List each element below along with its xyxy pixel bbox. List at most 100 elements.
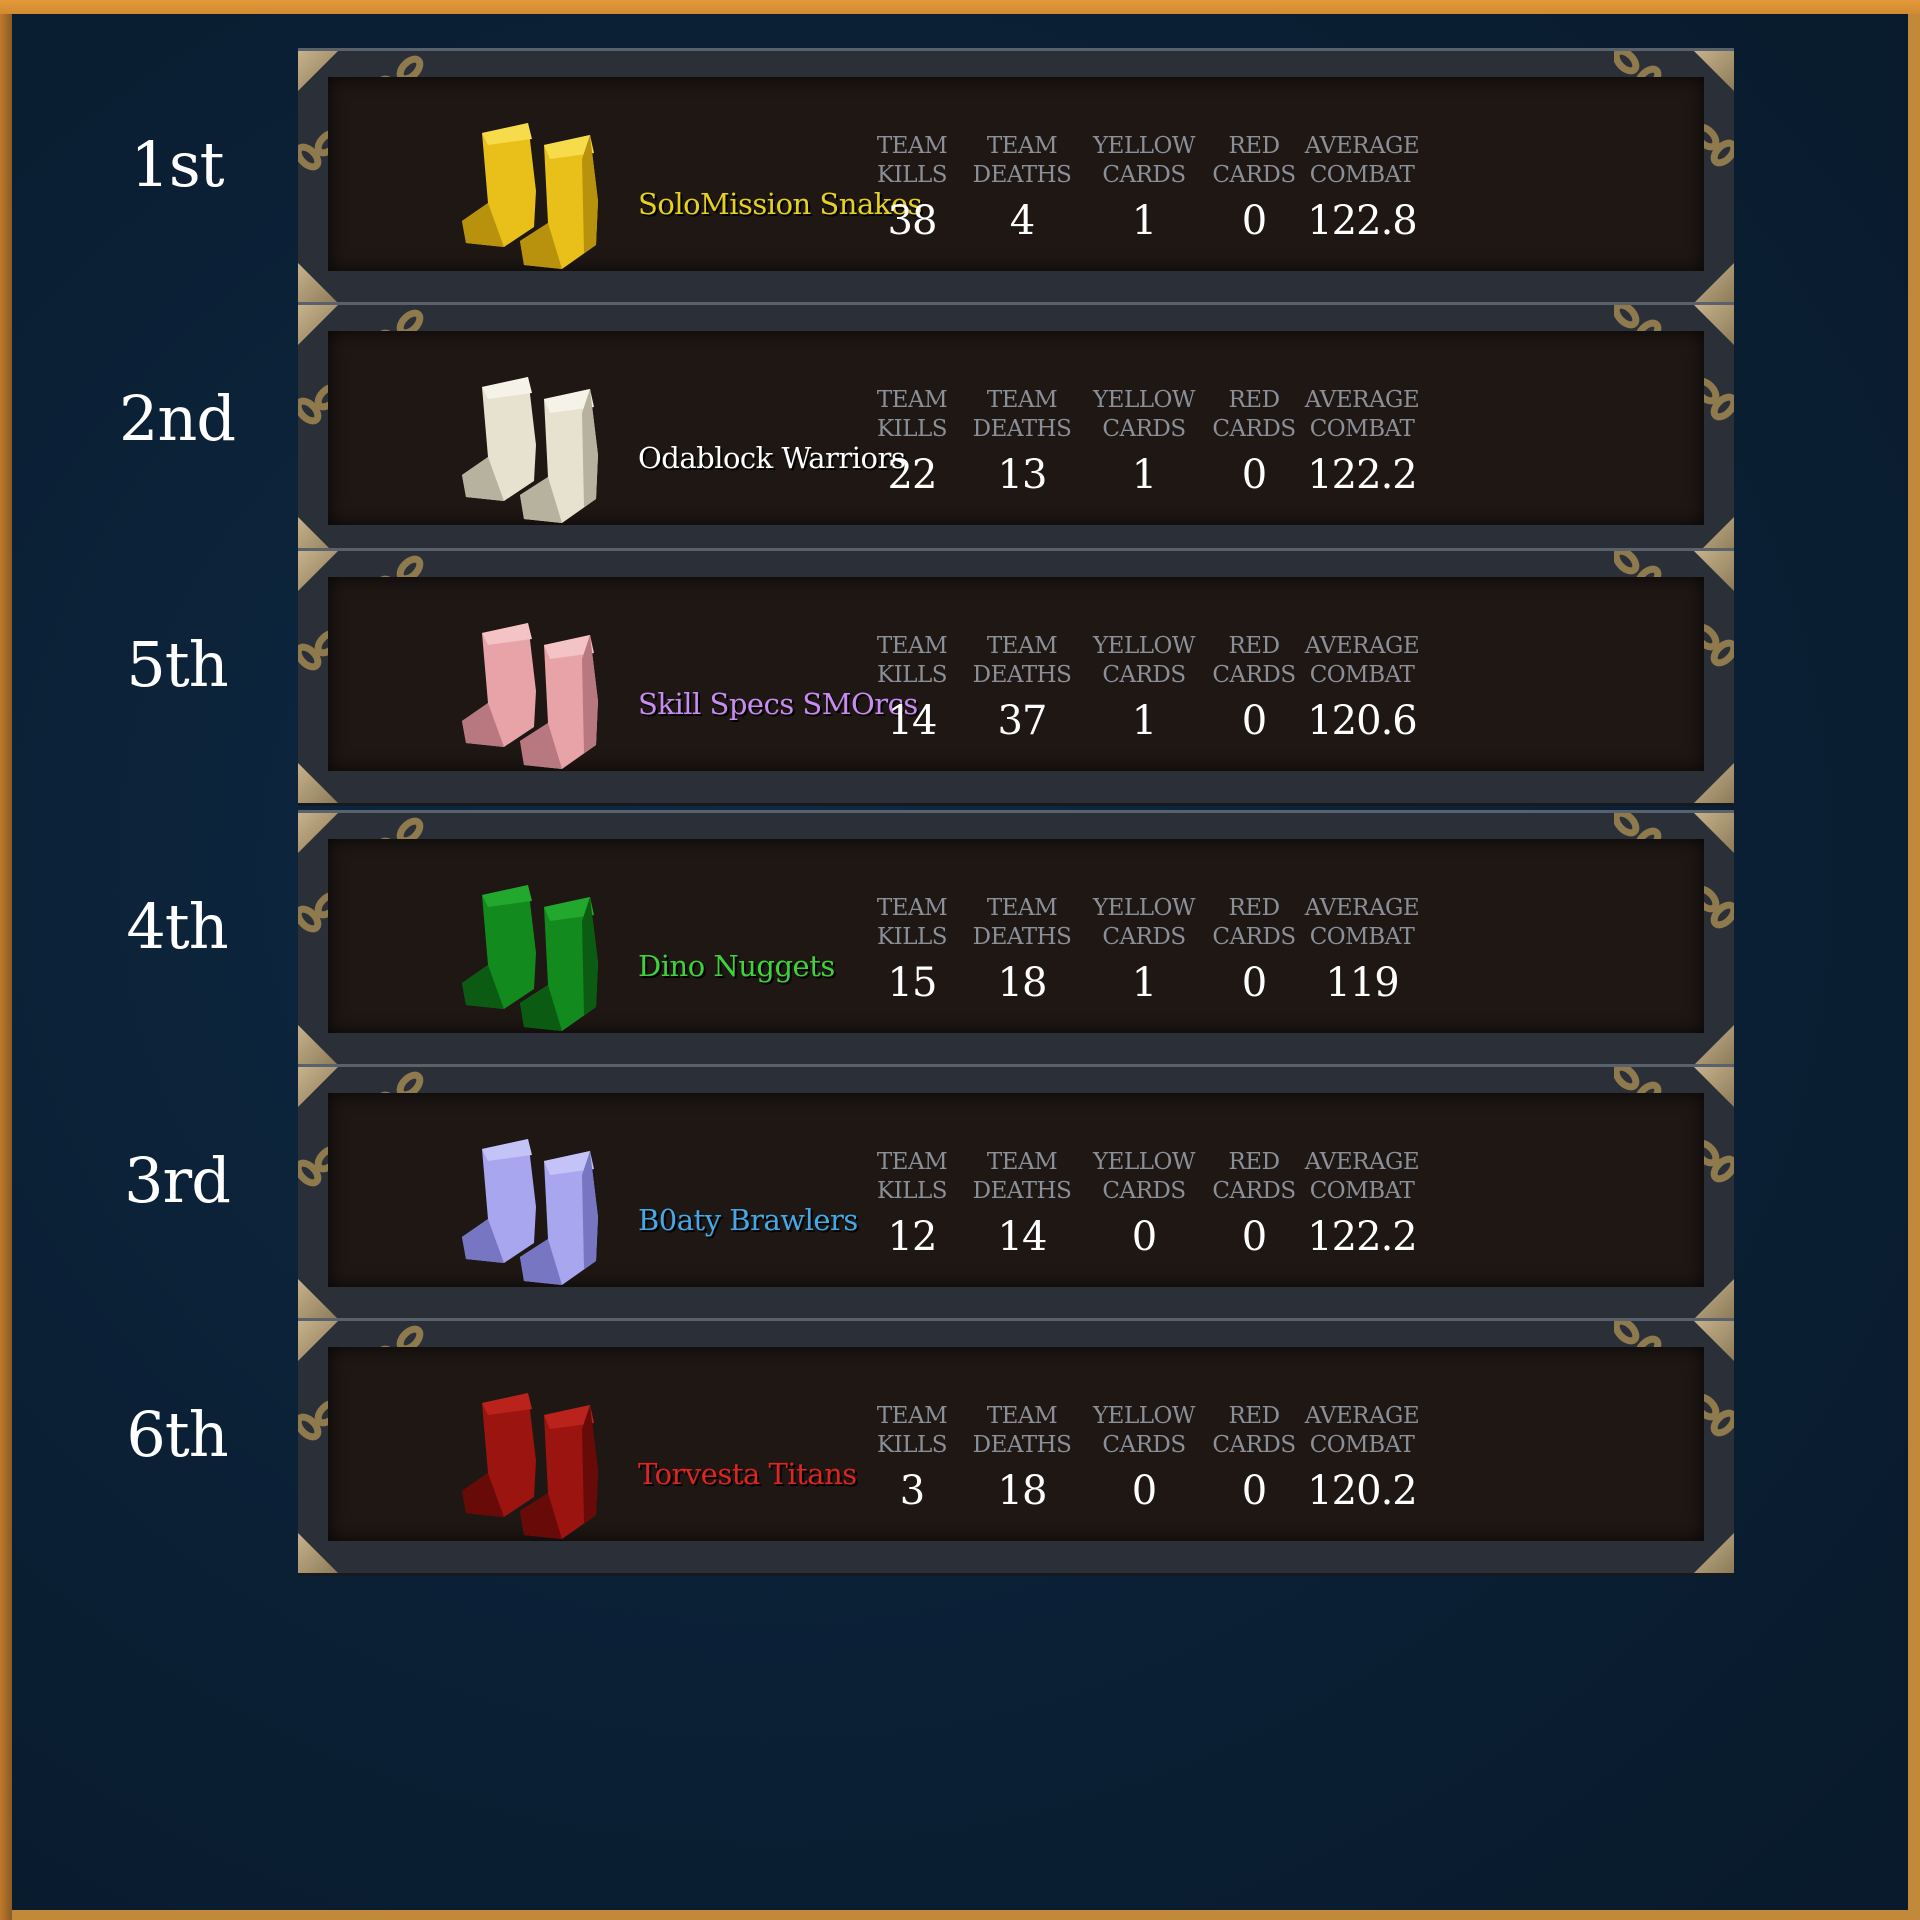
stat-label: TEAM KILLS [876, 633, 948, 688]
stat-label: YELLOW CARDS [1092, 1403, 1196, 1458]
stat-red-cards: RED CARDS 0 [1194, 894, 1314, 1006]
stat-yellow-cards: YELLOW CARDS 0 [1084, 1148, 1204, 1260]
team-name: Torvesta Titans [638, 1457, 857, 1491]
stat-label: AVERAGE COMBAT [1304, 387, 1420, 442]
green-boots-icon [462, 885, 598, 1031]
standings-board: 1st SoloMission Snakes TEAM KILLS 38 TEA… [12, 14, 1908, 1910]
team-name: Dino Nuggets [638, 949, 835, 983]
rank-label: 4th [126, 890, 228, 963]
stat-average-combat: AVERAGE COMBAT 122.2 [1302, 1148, 1422, 1260]
stat-value: 0 [1241, 1468, 1267, 1514]
stat-team-kills: TEAM KILLS 3 [852, 1402, 972, 1514]
stat-label: YELLOW CARDS [1092, 633, 1196, 688]
stat-team-deaths: TEAM DEATHS 18 [962, 1402, 1082, 1514]
stat-label: RED CARDS [1212, 895, 1296, 950]
stat-label: TEAM DEATHS [972, 387, 1072, 442]
rank-label: 3rd [124, 1144, 231, 1217]
stat-red-cards: RED CARDS 0 [1194, 132, 1314, 244]
stat-average-combat: AVERAGE COMBAT 120.2 [1302, 1402, 1422, 1514]
stat-value: 12 [887, 1214, 938, 1260]
stat-value: 0 [1241, 698, 1267, 744]
stat-label: YELLOW CARDS [1092, 387, 1196, 442]
panel-body: Torvesta Titans TEAM KILLS 3 TEAM DEATHS… [328, 1347, 1704, 1541]
stat-value: 38 [887, 198, 938, 244]
stat-value: 4 [1009, 198, 1035, 244]
stat-label: RED CARDS [1212, 133, 1296, 188]
lavender-boots-icon [462, 1139, 598, 1285]
team-panel: Odablock Warriors TEAM KILLS 22 TEAM DEA… [298, 302, 1734, 560]
stat-team-deaths: TEAM DEATHS 4 [962, 132, 1082, 244]
stat-team-kills: TEAM KILLS 14 [852, 632, 972, 744]
stat-team-deaths: TEAM DEATHS 37 [962, 632, 1082, 744]
stat-value: 119 [1325, 960, 1399, 1006]
stat-label: RED CARDS [1212, 387, 1296, 442]
team-name: B0aty Brawlers [638, 1203, 858, 1237]
stat-value: 0 [1241, 198, 1267, 244]
stat-team-deaths: TEAM DEATHS 13 [962, 386, 1082, 498]
stat-yellow-cards: YELLOW CARDS 1 [1084, 632, 1204, 744]
team-panel: Torvesta Titans TEAM KILLS 3 TEAM DEATHS… [298, 1318, 1734, 1576]
stat-label: AVERAGE COMBAT [1304, 1149, 1420, 1204]
stat-value: 18 [997, 960, 1048, 1006]
stat-value: 122.8 [1307, 198, 1418, 244]
stat-value: 122.2 [1307, 452, 1418, 498]
stat-value: 1 [1131, 452, 1157, 498]
stat-value: 37 [997, 698, 1048, 744]
team-row-2: 2nd Odablock Warriors TEAM KILLS 22 TEAM… [12, 302, 1908, 560]
stat-label: AVERAGE COMBAT [1304, 895, 1420, 950]
stat-value: 3 [899, 1468, 925, 1514]
stat-label: TEAM KILLS [876, 387, 948, 442]
stat-label: TEAM KILLS [876, 1149, 948, 1204]
rank-label: 6th [126, 1398, 228, 1471]
stat-label: TEAM DEATHS [972, 633, 1072, 688]
stat-average-combat: AVERAGE COMBAT 122.8 [1302, 132, 1422, 244]
stat-average-combat: AVERAGE COMBAT 119 [1302, 894, 1422, 1006]
stat-value: 14 [887, 698, 938, 744]
pink-boots-icon [462, 623, 598, 769]
panel-body: B0aty Brawlers TEAM KILLS 12 TEAM DEATHS… [328, 1093, 1704, 1287]
white-boots-icon [462, 377, 598, 523]
stat-label: TEAM DEATHS [972, 1403, 1072, 1458]
red-boots-icon [462, 1393, 598, 1539]
stat-value: 0 [1131, 1214, 1157, 1260]
stat-team-kills: TEAM KILLS 12 [852, 1148, 972, 1260]
rank-label: 1st [130, 128, 224, 201]
stat-value: 122.2 [1307, 1214, 1418, 1260]
stat-value: 14 [997, 1214, 1048, 1260]
stat-red-cards: RED CARDS 0 [1194, 386, 1314, 498]
stat-value: 120.2 [1307, 1468, 1418, 1514]
stat-value: 1 [1131, 198, 1157, 244]
stat-label: TEAM KILLS [876, 133, 948, 188]
stat-team-kills: TEAM KILLS 38 [852, 132, 972, 244]
stat-team-deaths: TEAM DEATHS 14 [962, 1148, 1082, 1260]
stat-value: 1 [1131, 960, 1157, 1006]
rank-label: 2nd [118, 382, 236, 455]
team-row-3: 5th Skill Specs SMOrcs TEAM KILLS 14 TEA… [12, 548, 1908, 806]
rank-label: 5th [126, 628, 228, 701]
stat-label: TEAM KILLS [876, 895, 948, 950]
team-row-6: 6th Torvesta Titans TEAM KILLS 3 TEAM DE… [12, 1318, 1908, 1576]
team-row-5: 3rd B0aty Brawlers TEAM KILLS 12 TEAM DE… [12, 1064, 1908, 1322]
stat-label: RED CARDS [1212, 1149, 1296, 1204]
stat-red-cards: RED CARDS 0 [1194, 1402, 1314, 1514]
stat-value: 0 [1241, 960, 1267, 1006]
team-row-4: 4th Dino Nuggets TEAM KILLS 15 TEAM DEAT… [12, 810, 1908, 1068]
stat-yellow-cards: YELLOW CARDS 0 [1084, 1402, 1204, 1514]
stat-average-combat: AVERAGE COMBAT 122.2 [1302, 386, 1422, 498]
stat-average-combat: AVERAGE COMBAT 120.6 [1302, 632, 1422, 744]
panel-body: SoloMission Snakes TEAM KILLS 38 TEAM DE… [328, 77, 1704, 271]
stat-label: RED CARDS [1212, 633, 1296, 688]
stat-value: 0 [1241, 1214, 1267, 1260]
stat-value: 13 [997, 452, 1048, 498]
stat-label: AVERAGE COMBAT [1304, 133, 1420, 188]
stat-value: 22 [887, 452, 938, 498]
stat-team-kills: TEAM KILLS 15 [852, 894, 972, 1006]
stat-label: YELLOW CARDS [1092, 133, 1196, 188]
panel-body: Skill Specs SMOrcs TEAM KILLS 14 TEAM DE… [328, 577, 1704, 771]
team-panel: Dino Nuggets TEAM KILLS 15 TEAM DEATHS 1… [298, 810, 1734, 1068]
stat-yellow-cards: YELLOW CARDS 1 [1084, 894, 1204, 1006]
panel-body: Odablock Warriors TEAM KILLS 22 TEAM DEA… [328, 331, 1704, 525]
stat-team-deaths: TEAM DEATHS 18 [962, 894, 1082, 1006]
stat-red-cards: RED CARDS 0 [1194, 632, 1314, 744]
stat-yellow-cards: YELLOW CARDS 1 [1084, 132, 1204, 244]
